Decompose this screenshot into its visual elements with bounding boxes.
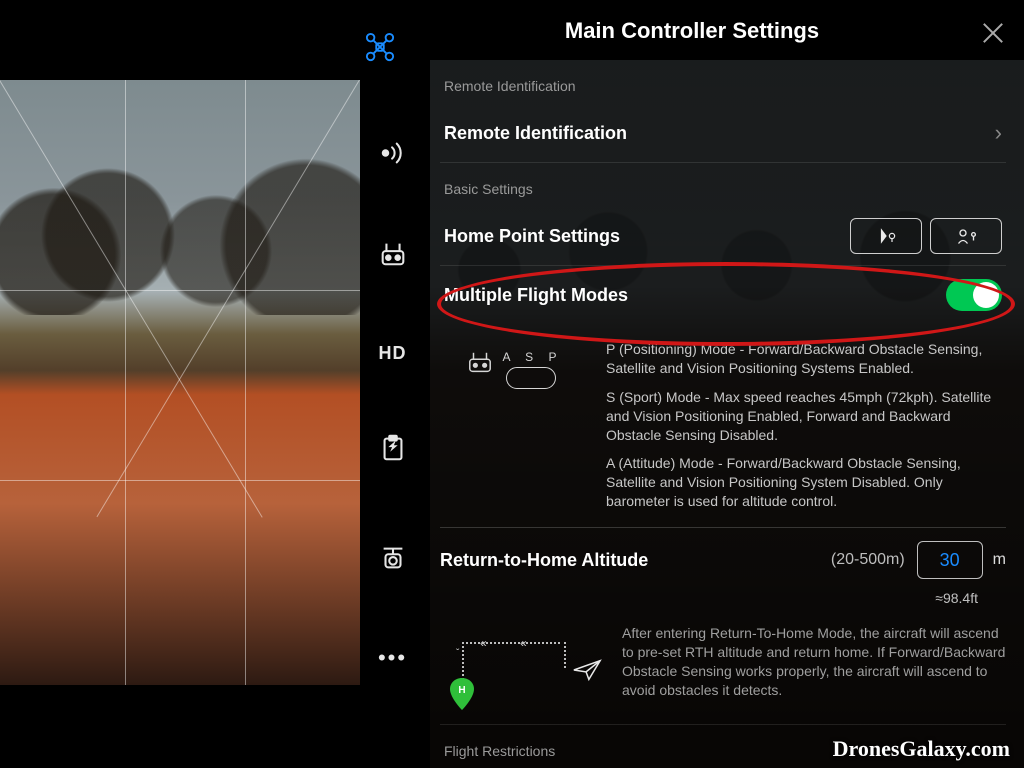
row-rth-altitude: Return-to-Home Altitude (20-500m) m [440, 528, 1006, 592]
settings-scroll[interactable]: Remote Identification Remote Identificat… [430, 60, 1024, 768]
rth-altitude-input[interactable] [917, 541, 983, 579]
rth-altitude-feet: ≈98.4ft [440, 590, 1006, 606]
row-label: Remote Identification [444, 123, 995, 144]
mode-descriptions-text: P (Positioning) Mode - Forward/Backward … [606, 340, 1006, 521]
paper-plane-icon [572, 658, 602, 687]
grid-line [125, 80, 126, 685]
s-mode-text: S (Sport) Mode - Max speed reaches 45mph… [606, 388, 1006, 445]
section-header-basic: Basic Settings [440, 163, 1006, 207]
mode-switch-diagram: A S P [440, 340, 590, 521]
row-label: Return-to-Home Altitude [440, 550, 831, 571]
rth-diagram: « « ˇ H [440, 624, 608, 714]
close-icon[interactable] [980, 20, 1006, 46]
row-home-point-settings: Home Point Settings [440, 207, 1006, 265]
hd-transmission-icon[interactable]: HD [375, 335, 411, 371]
battery-clipboard-icon[interactable] [375, 430, 411, 466]
mode-switch-asp: A S P [499, 350, 562, 389]
panel-title: Main Controller Settings [430, 18, 954, 44]
rth-description-block: « « ˇ H After entering Return-To-Home Mo… [440, 606, 1006, 724]
rth-range-text: (20-500m) [831, 551, 905, 569]
section-header-remote-id: Remote Identification [440, 60, 1006, 104]
settings-panel: Remote Identification Remote Identificat… [430, 60, 1024, 768]
a-mode-text: A (Attitude) Mode - Forward/Backward Obs… [606, 454, 1006, 511]
svg-text:H: H [458, 685, 465, 696]
app-root: Main Controller Settings HD ••• Remote I… [0, 0, 1024, 768]
home-point-aircraft-button[interactable] [850, 218, 922, 254]
aircraft-status-icon[interactable] [365, 32, 395, 62]
rth-unit: m [993, 551, 1006, 569]
arrow-left-icon: « [480, 636, 487, 650]
remote-controller-icon [467, 350, 493, 374]
gimbal-camera-icon[interactable] [375, 540, 411, 576]
grid-line [0, 480, 360, 481]
signal-icon[interactable] [375, 135, 411, 171]
row-label: Multiple Flight Modes [444, 285, 946, 306]
chevron-right-icon: › [995, 120, 1002, 146]
more-icon[interactable]: ••• [375, 640, 411, 676]
arrow-left-icon: « [520, 636, 527, 650]
home-pin-icon: H [450, 678, 474, 710]
p-mode-text: P (Positioning) Mode - Forward/Backward … [606, 340, 1006, 378]
row-multiple-flight-modes: Multiple Flight Modes [440, 266, 1006, 324]
mode-pill-icon [506, 367, 556, 389]
multiple-flight-modes-toggle[interactable] [946, 279, 1002, 311]
grid-line [0, 290, 360, 291]
rth-description-text: After entering Return-To-Home Mode, the … [622, 624, 1006, 714]
row-label: Home Point Settings [444, 226, 842, 247]
settings-iconbar: HD ••• [355, 80, 430, 768]
grid-line [245, 80, 246, 685]
row-remote-identification[interactable]: Remote Identification › [440, 104, 1006, 162]
mode-letters: A S P [499, 350, 562, 364]
watermark-text: DronesGalaxy.com [833, 736, 1010, 762]
flight-modes-description: A S P P (Positioning) Mode - Forward/Bac… [440, 324, 1006, 527]
remote-controller-icon[interactable] [375, 235, 411, 271]
home-point-user-button[interactable] [930, 218, 1002, 254]
chevron-down-icon: ˇ [456, 648, 459, 659]
